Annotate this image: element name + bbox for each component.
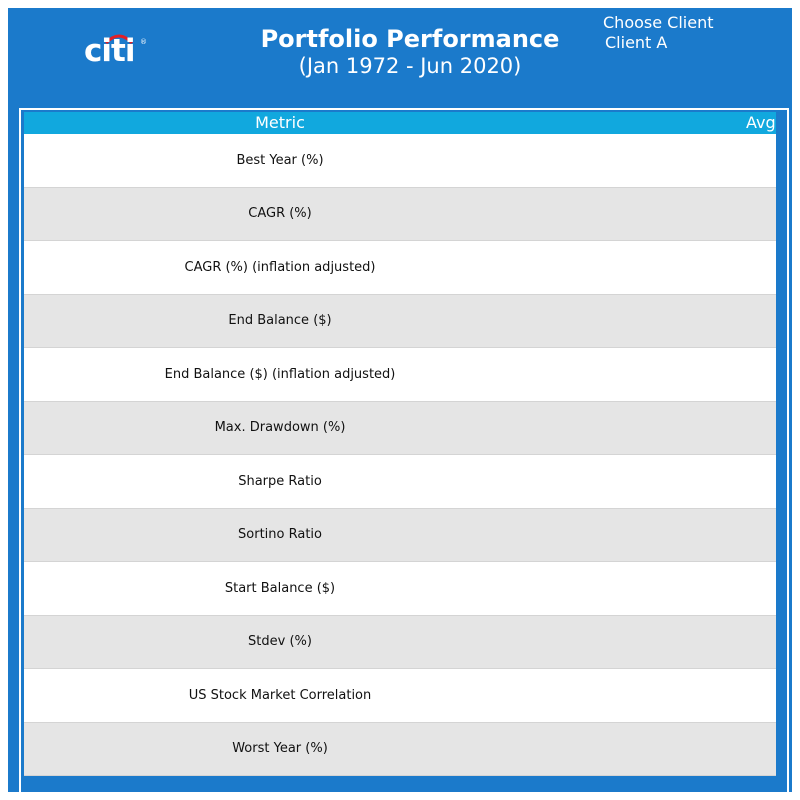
table-row: End Balance ($) (inflation adjusted) [24,348,776,402]
table-row: US Stock Market Correlation [24,669,776,723]
metric-cell: Worst Year (%) [232,741,328,757]
page-subtitle: (Jan 1972 - Jun 2020) [298,54,522,78]
client-selector[interactable]: Client A [605,33,667,53]
table-row: Start Balance ($) [24,562,776,616]
table-row: Sortino Ratio [24,508,776,562]
metric-cell: End Balance ($) [228,313,332,329]
table-row: Sharpe Ratio [24,455,776,509]
metric-cell: Max. Drawdown (%) [214,420,346,436]
metrics-table: Metric Avg Best Year (%) CAGR (%) CAGR (%)… [24,112,776,776]
table-row: CAGR (%) (inflation adjusted) [24,241,776,295]
metric-cell: Sortino Ratio [238,527,322,543]
column-header-metric[interactable]: Metric [24,112,536,134]
metric-cell: CAGR (%) (inflation adjusted) [184,259,376,275]
metric-cell: CAGR (%) [248,206,312,222]
metric-cell: Best Year (%) [236,152,324,168]
table-row: CAGR (%) [24,187,776,241]
table-row: Worst Year (%) [24,722,776,776]
table-row: Max. Drawdown (%) [24,401,776,455]
metric-cell: Start Balance ($) [224,580,336,596]
table-header: Metric Avg [24,112,776,134]
page-title: Portfolio Performance [260,25,560,53]
registered-mark: ® [140,38,147,46]
choose-client-label[interactable]: Choose Client [603,13,713,33]
table-row: Best Year (%) [24,134,776,188]
table-row: Stdev (%) [24,615,776,669]
column-header-avg[interactable]: Avg [746,112,776,134]
logo-text: citi [84,33,135,69]
citi-logo: citi ® [84,32,148,72]
metric-cell: End Balance ($) (inflation adjusted) [164,366,396,382]
metric-cell: US Stock Market Correlation [188,687,372,703]
metric-cell: Stdev (%) [248,634,312,650]
table-body: Best Year (%) CAGR (%) CAGR (%) (inflation… [24,134,776,776]
metric-cell: Sharpe Ratio [238,473,322,489]
table-row: End Balance ($) [24,294,776,348]
